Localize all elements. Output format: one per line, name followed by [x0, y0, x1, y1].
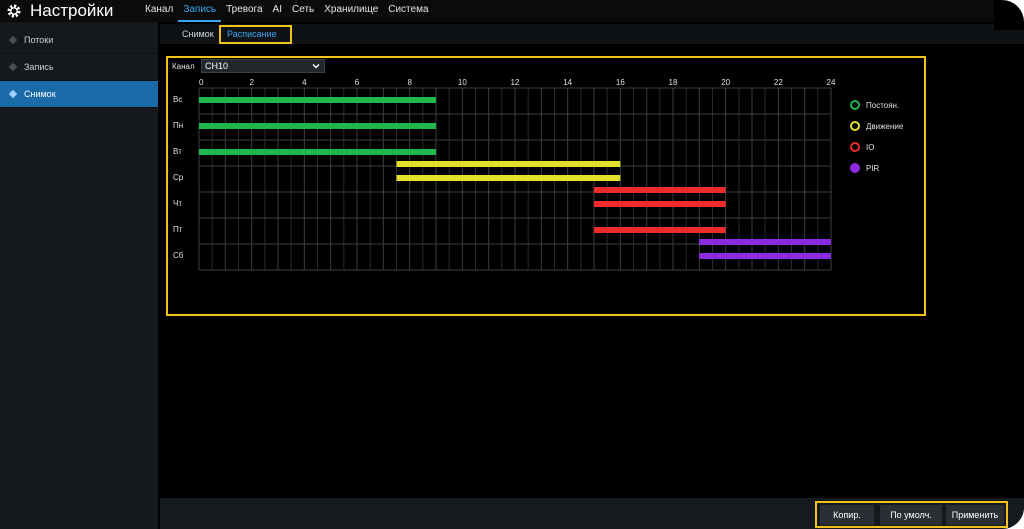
schedule-segment [199, 149, 436, 155]
day-label: Вт [173, 147, 182, 156]
hour-tick-label: 22 [774, 78, 783, 87]
schedule-segment [594, 227, 726, 233]
day-label: Сб [173, 251, 184, 260]
hour-tick-label: 24 [827, 78, 836, 87]
hour-tick-label: 18 [669, 78, 678, 87]
schedule-segment [396, 175, 621, 181]
hour-tick-label: 6 [355, 78, 360, 87]
schedule-segment [594, 201, 726, 207]
legend-label: Постоян. [866, 100, 900, 110]
schedule-segment [594, 187, 726, 193]
legend-dot-icon [850, 121, 860, 131]
hour-tick-label: 16 [616, 78, 625, 87]
hour-tick-label: 14 [563, 78, 572, 87]
app-window: Настройки Канал Запись Тревога AI Сеть Х… [0, 0, 1024, 529]
legend-dot-icon [850, 100, 860, 110]
schedule-grid[interactable]: 0 2 4 6 8 10 12 14 16 18 20 22 24ВсПнВтСрЧтПтСб [0, 0, 1024, 529]
hour-tick-label: 10 [458, 78, 467, 87]
hour-tick-label: 4 [302, 78, 307, 87]
schedule-segment [699, 253, 831, 259]
day-label: Пн [173, 121, 183, 130]
legend-dot-icon [850, 163, 860, 173]
default-button[interactable]: По умолч. [880, 505, 942, 525]
legend-item-io: IO [850, 142, 874, 152]
apply-button[interactable]: Применить [946, 505, 1004, 525]
day-label: Чт [173, 199, 182, 208]
hour-tick-label: 20 [721, 78, 730, 87]
hour-tick-label: 2 [249, 78, 254, 87]
legend-item-pir: PIR [850, 163, 879, 173]
day-label: Пт [173, 225, 183, 234]
schedule-segment [699, 239, 831, 245]
legend-label: IO [866, 142, 875, 152]
copy-button[interactable]: Копир. [820, 505, 874, 525]
window-corner [994, 0, 1024, 30]
legend-item-constant: Постоян. [850, 100, 899, 110]
schedule-segment [199, 123, 436, 129]
hour-tick-label: 8 [407, 78, 412, 87]
legend-label: PIR [866, 163, 880, 173]
schedule-segment [396, 161, 621, 167]
hour-tick-label: 12 [511, 78, 520, 87]
legend-dot-icon [850, 142, 860, 152]
legend-label: Движение [866, 121, 904, 131]
day-label: Вс [173, 95, 182, 104]
day-label: Ср [173, 173, 184, 182]
schedule-segment [199, 97, 436, 103]
hour-tick-label: 0 [199, 78, 204, 87]
legend-item-motion: Движение [850, 121, 903, 131]
